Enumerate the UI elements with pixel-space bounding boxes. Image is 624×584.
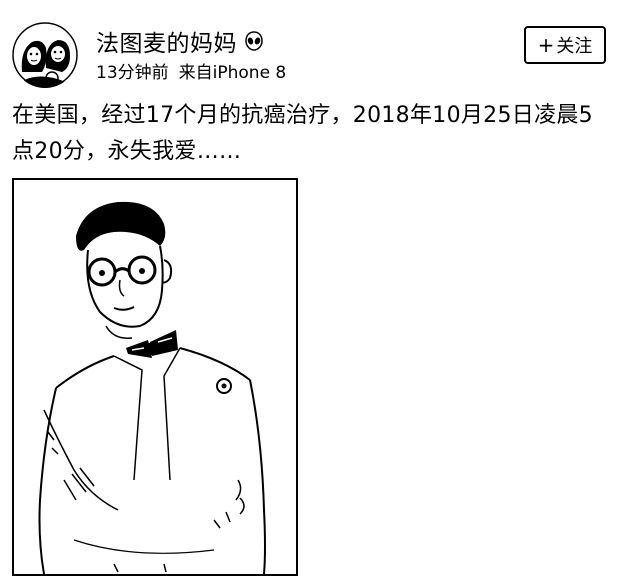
post-text: 在美国，经过17个月的抗癌治疗，2018年10月25日凌晨5点20分，永失我爱…… bbox=[12, 103, 593, 164]
plus-icon: + bbox=[537, 33, 555, 57]
follow-button[interactable]: + 关注 bbox=[524, 26, 606, 64]
portrait-image bbox=[14, 180, 296, 574]
post-source[interactable]: 来自iPhone 8 bbox=[179, 58, 287, 83]
follow-label: 关注 bbox=[556, 36, 593, 57]
username[interactable]: 法图麦的妈妈 bbox=[96, 24, 237, 58]
avatar-image bbox=[12, 22, 78, 88]
avatar[interactable] bbox=[12, 22, 78, 88]
weibo-post: 法图麦的妈妈 13分钟前 来自iPhone 8 + 关注 在美国，经过17个月的… bbox=[0, 0, 624, 584]
post-time: 13分钟前 bbox=[96, 63, 169, 83]
post-meta: 13分钟前 来自iPhone 8 bbox=[96, 58, 286, 83]
alien-emoji-icon bbox=[243, 30, 265, 52]
post-photo[interactable] bbox=[12, 178, 298, 576]
username-row: 法图麦的妈妈 bbox=[96, 24, 265, 58]
